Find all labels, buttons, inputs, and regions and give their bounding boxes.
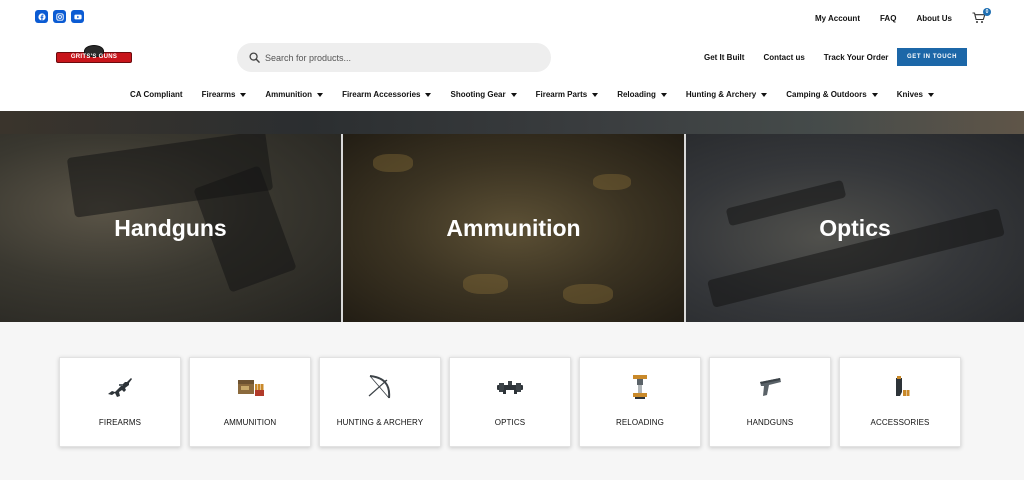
nav-item-hunting-archery[interactable]: Hunting & Archery: [685, 90, 768, 99]
nav-label: Firearms: [201, 90, 236, 99]
ammo-box-icon: [235, 372, 265, 402]
nav-item-knives[interactable]: Knives: [897, 90, 934, 99]
category-label: HUNTING & ARCHERY: [336, 418, 424, 427]
pistol-icon: [755, 372, 785, 402]
caret-down-icon: [871, 92, 878, 97]
get-it-built-link[interactable]: Get It Built: [704, 53, 744, 62]
cart-count-badge: 0: [983, 8, 991, 16]
nav-item-firearms[interactable]: Firearms: [202, 90, 247, 99]
bow-icon: [365, 372, 395, 402]
caret-down-icon: [510, 92, 517, 97]
caret-down-icon: [317, 92, 324, 97]
main-nav: CA Compliant Firearms Ammunition Firearm…: [130, 90, 953, 99]
hero-label: Handguns: [114, 214, 227, 241]
rifle-icon: [105, 372, 135, 402]
contact-us-link[interactable]: Contact us: [763, 53, 804, 62]
nav-label: Hunting & Archery: [685, 90, 757, 99]
caret-down-icon: [240, 92, 247, 97]
top-links: My Account FAQ About Us 0: [795, 8, 991, 24]
nav-label: Camping & Outdoors: [786, 90, 867, 99]
search-input[interactable]: [265, 52, 515, 63]
scope-icon: [495, 372, 525, 402]
shell-casing: [463, 274, 508, 294]
caret-down-icon: [425, 92, 432, 97]
social-links: [35, 10, 84, 23]
shell-casing: [593, 174, 631, 190]
nav-item-firearm-accessories[interactable]: Firearm Accessories: [342, 90, 432, 99]
hero-top-strip: [0, 111, 1024, 135]
category-card-accessories[interactable]: ACCESSORIES: [839, 357, 961, 447]
hero-label: Ammunition: [446, 214, 581, 241]
nav-item-reloading[interactable]: Reloading: [617, 90, 667, 99]
nav-label: CA Compliant: [130, 90, 183, 99]
shell-casing: [563, 284, 613, 304]
youtube-icon[interactable]: [71, 10, 84, 23]
shell-casing: [373, 154, 413, 172]
nav-label: Ammunition: [265, 90, 313, 99]
search-icon[interactable]: [249, 52, 260, 63]
hero-panel-ammunition[interactable]: Ammunition: [341, 134, 686, 322]
reloading-press-icon: [625, 372, 655, 402]
nav-label: Reloading: [617, 90, 656, 99]
caret-down-icon: [927, 92, 934, 97]
search-bar: [237, 43, 551, 72]
category-label: HANDGUNS: [746, 418, 794, 427]
nav-item-shooting-gear[interactable]: Shooting Gear: [450, 90, 517, 99]
facebook-icon[interactable]: [35, 10, 48, 23]
nav-item-firearm-parts[interactable]: Firearm Parts: [536, 90, 599, 99]
top-bar: My Account FAQ About Us 0: [0, 0, 1024, 36]
category-card-firearms[interactable]: FIREARMS: [59, 357, 181, 447]
category-label: FIREARMS: [98, 418, 142, 427]
category-card-reloading[interactable]: RELOADING: [579, 357, 701, 447]
nav-item-ammunition[interactable]: Ammunition: [265, 90, 324, 99]
header-links: Get It Built Contact us Track Your Order: [704, 53, 907, 62]
get-in-touch-button[interactable]: GET IN TOUCH: [897, 48, 967, 66]
track-order-link[interactable]: Track Your Order: [824, 53, 889, 62]
nav-label: Firearm Accessories: [342, 90, 421, 99]
hero-panel-optics[interactable]: Optics: [686, 134, 1024, 322]
my-account-link[interactable]: My Account: [815, 14, 860, 23]
about-us-link[interactable]: About Us: [916, 14, 952, 23]
caret-down-icon: [660, 92, 667, 97]
category-section: FIREARMS AMMUNITION HUNTING & ARCHERY OP…: [0, 322, 1024, 480]
nav-item-ca-compliant[interactable]: CA Compliant: [130, 90, 183, 99]
hero-label: Optics: [819, 214, 891, 241]
hero-panel-handguns[interactable]: Handguns: [0, 134, 341, 322]
category-label: ACCESSORIES: [870, 418, 930, 427]
nav-label: Knives: [896, 90, 923, 99]
logo-text: GRITS'S GUNS: [70, 54, 118, 60]
instagram-icon[interactable]: [53, 10, 66, 23]
nav-item-camping-outdoors[interactable]: Camping & Outdoors: [786, 90, 878, 99]
category-card-optics[interactable]: OPTICS: [449, 357, 571, 447]
category-card-handguns[interactable]: HANDGUNS: [709, 357, 831, 447]
nav-label: Shooting Gear: [450, 90, 506, 99]
category-card-hunting-archery[interactable]: HUNTING & ARCHERY: [319, 357, 441, 447]
category-card-ammunition[interactable]: AMMUNITION: [189, 357, 311, 447]
caret-down-icon: [592, 92, 599, 97]
nav-label: Firearm Parts: [535, 90, 588, 99]
cart-button[interactable]: 0: [972, 8, 991, 24]
category-label: AMMUNITION: [223, 418, 277, 427]
category-label: RELOADING: [615, 418, 665, 427]
category-label: OPTICS: [494, 418, 526, 427]
caret-down-icon: [761, 92, 768, 97]
hero-banners: Handguns Ammunition Optics: [0, 134, 1024, 322]
faq-link[interactable]: FAQ: [880, 14, 896, 23]
site-logo[interactable]: GRITS'S GUNS: [56, 45, 132, 69]
magazine-icon: [885, 372, 915, 402]
